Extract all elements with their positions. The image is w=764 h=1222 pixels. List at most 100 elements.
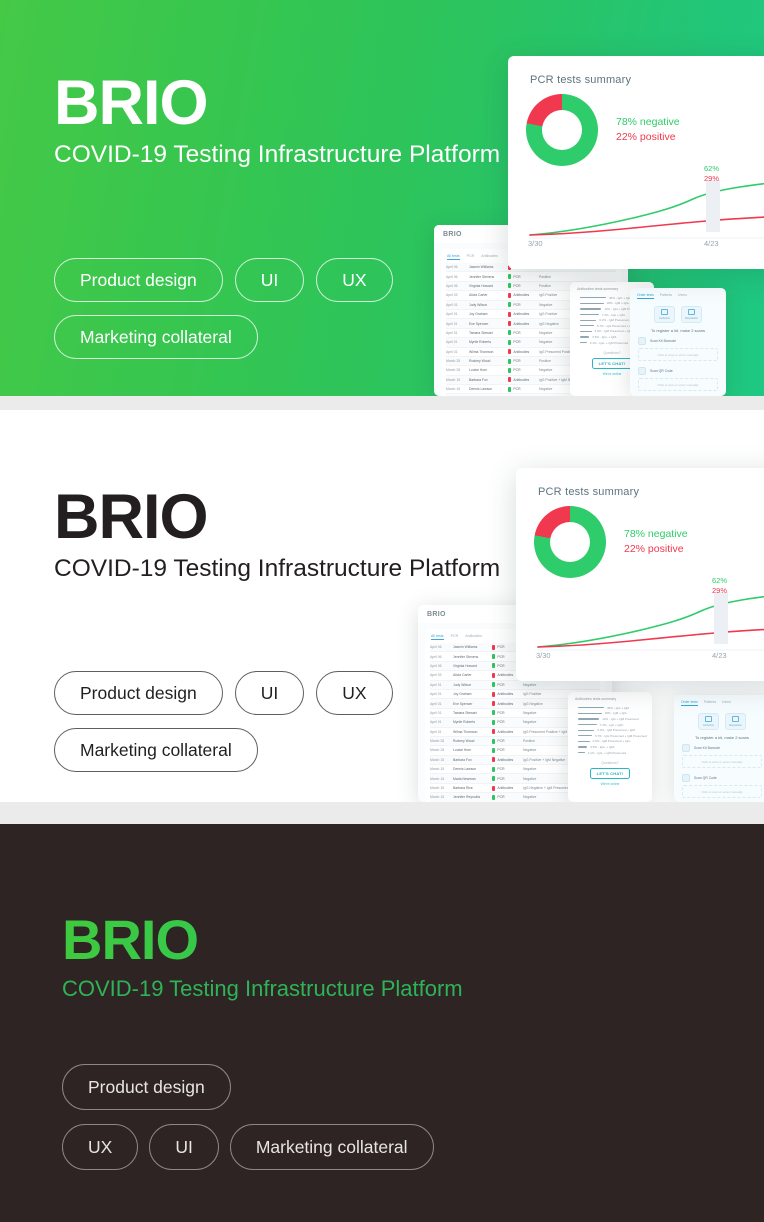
tag-ux[interactable]: UX [316,258,393,302]
cell-type: Antibodies [508,311,534,317]
tab-patients[interactable]: Patients [704,700,716,706]
legend-bar [580,336,590,338]
tag-row: Product design [62,1064,434,1110]
cell-date: March 15 [446,377,461,382]
status-indicator-icon [508,367,512,373]
method-card-authorize[interactable]: Authorize [654,306,675,323]
cell-type-label: PCR [513,359,521,364]
cell-name: Barbara Fox [453,757,472,762]
register-item-label: Scan QR Code [694,776,717,780]
cell-date: March 28 [446,368,461,373]
tag-row: Product design UI UX [54,671,393,715]
legend-label: 45% - IgG + IgM [607,705,629,710]
cell-type-label: Antibodies [497,692,514,697]
tab-order-tests[interactable]: Order tests [637,293,654,299]
scan-input[interactable]: Click to scan or enter manually [682,785,762,798]
register-item-head: Scan Kit Barcode [674,744,764,752]
cell-name: Eve Spencer [469,321,489,326]
register-heading: To register a kit, make 2 scans [650,328,706,333]
tag-marketing-collateral[interactable]: Marketing collateral [229,1124,434,1170]
tag-product-design[interactable]: Product design [54,671,223,715]
tab-antibodies[interactable]: Antibodies [465,634,482,640]
tag-marketing-collateral[interactable]: Marketing collateral [54,315,258,359]
tab-order-tests[interactable]: Order tests [681,700,698,706]
method-card-authorize[interactable]: Authorize [698,713,719,730]
scan-input[interactable]: Click to scan or enter manually [682,755,762,768]
register-items: Scan Kit Barcode Click to scan or enter m… [630,337,726,391]
pcr-legend: 78% negative 22% positive [616,115,680,145]
cell-type: Antibodies [508,349,534,355]
cell-type-label: PCR [513,368,521,373]
axis-label-start: 3/30 [536,651,551,660]
tag-ui[interactable]: UI [234,258,305,302]
tag-ui[interactable]: UI [149,1124,219,1170]
cell-type-label: PCR [497,720,505,725]
tab-pcr[interactable]: PCR [467,254,475,260]
tag-product-design[interactable]: Product design [54,258,223,302]
cell-name: Tamara Stewart [469,330,493,335]
tab-all-tests[interactable]: All tests [431,634,444,640]
scan-input[interactable]: Click to scan or enter manually [638,348,718,361]
cell-type: PCR [492,710,518,716]
legend-bar [578,751,585,754]
table-row[interactable]: April 06 Jennifer Stevens PCR Positive [446,272,616,282]
brand-logotype: BRIO [62,912,463,968]
cell-type: Antibodies [492,691,518,697]
cell-type: Antibodies [508,292,534,298]
cell-name: Eve Spencer [453,701,473,706]
legend-label: 7.4% - IgG + IgM- [599,722,624,727]
status-indicator-icon [508,330,512,336]
tab-pcr[interactable]: PCR [451,634,459,640]
scan-input[interactable]: Click to scan or enter manually [638,378,718,391]
cell-date: April 01 [430,682,442,687]
table-row[interactable]: April 01 Judy Wilson PCR Negative [430,680,600,690]
method-card-requisition[interactable]: Requisition [681,306,702,323]
legend-label: 12% - IgG + IgM Presumed [602,716,639,721]
status-indicator-icon [508,302,512,308]
lets-chat-button[interactable]: LET'S CHAT! [592,358,632,370]
cell-type-label: Antibodies [513,377,530,382]
tag-product-design[interactable]: Product design [62,1064,231,1110]
lets-chat-button[interactable]: LET'S CHAT! [590,768,630,780]
panel-dark: BRIO COVID-19 Testing Infrastructure Pla… [0,824,764,1222]
register-item: Scan Kit Barcode Click to scan or enter m… [674,744,764,768]
cell-type-label: PCR [497,682,505,687]
tag-marketing-collateral[interactable]: Marketing collateral [54,728,258,772]
cell-date: April 06 [430,645,442,650]
antibodies-summary-shot: Antibodies tests summary 45% - IgG + IgM… [568,692,652,802]
cell-date: April 06 [446,283,458,288]
register-item-head: Scan QR Code [674,774,764,782]
tab-users[interactable]: Users [722,700,731,706]
cell-type-label: Antibodies [513,349,530,354]
cell-name: Virginia Howard [469,283,493,288]
method-label: Authorize [659,317,670,320]
tab-users[interactable]: Users [678,293,687,299]
cell-date: April 01 [446,312,458,317]
status-indicator-icon [508,311,512,317]
legend-label: 18% - IgM + IgG- [606,301,630,306]
tag-ux[interactable]: UX [316,671,393,715]
tab-all-tests[interactable]: All tests [447,254,460,260]
register-item-head: Scan QR Code [630,367,726,375]
cell-name: Virginia Howard [453,663,477,668]
tag-ui[interactable]: UI [234,671,305,715]
status-indicator-icon [492,691,496,697]
tab-patients[interactable]: Patients [660,293,672,299]
chart-label-positive: 29% [712,586,728,595]
cell-result: Negative [523,682,537,687]
method-card-requisition[interactable]: Requisition [725,713,746,730]
cell-date: April 03 [430,673,442,678]
cell-type: PCR [492,738,518,744]
tag-ux[interactable]: UX [62,1124,139,1170]
status-indicator-icon [492,654,496,660]
tab-antibodies[interactable]: Antibodies [481,254,498,260]
cell-type: PCR [492,682,518,688]
cell-date: April 06 [446,274,458,279]
cell-date: April 06 [430,654,442,659]
legend-bar [578,746,588,748]
dashboard-logo: BRIO [443,230,462,238]
pcr-card-top: 78% negative 22% positive [508,86,764,166]
cell-name: Barbara Rice [453,786,473,791]
status-indicator-icon [492,766,496,772]
cell-type: PCR [492,747,518,753]
